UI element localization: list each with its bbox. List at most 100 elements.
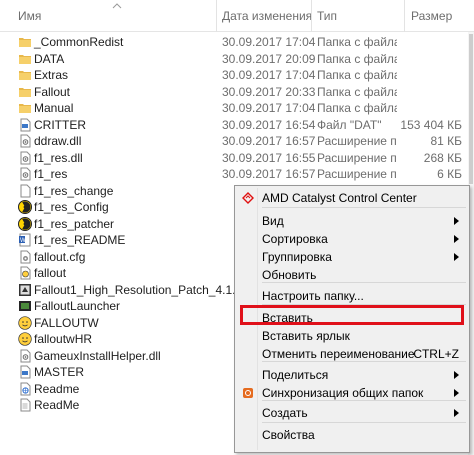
menu-item-label: Отменить переименование xyxy=(262,347,415,361)
sort-ascending-icon xyxy=(112,3,122,9)
column-divider[interactable] xyxy=(404,0,405,32)
file-date: 30.09.2017 16:54 xyxy=(222,118,316,132)
file-name: ddraw.dll xyxy=(34,134,82,148)
file-type: Папка с файлами xyxy=(317,101,397,115)
menu-item[interactable]: Отменить переименование CTRL+Z xyxy=(237,343,467,365)
file-name: f1_res xyxy=(34,167,68,181)
file-name: f1_res_Config xyxy=(34,200,109,214)
folder-icon xyxy=(19,38,31,47)
dat-file-icon xyxy=(20,365,31,379)
ico-file-icon xyxy=(20,266,31,280)
file-date: 30.09.2017 16:57 xyxy=(222,134,316,148)
file-date: 30.09.2017 16:55 xyxy=(222,151,316,165)
file-name: f1_res_change xyxy=(34,184,114,198)
file-date: 30.09.2017 17:04 xyxy=(222,35,316,49)
submenu-arrow-icon xyxy=(454,389,459,397)
file-name: CRITTER xyxy=(34,118,86,132)
file-name: fallout xyxy=(34,266,67,280)
menu-item-shortcut: CTRL+Z xyxy=(413,347,459,361)
submenu-arrow-icon xyxy=(454,409,459,417)
radiation-icon xyxy=(18,217,32,231)
file-name: f1_res_README xyxy=(34,233,126,247)
folder-icon xyxy=(19,71,31,80)
file-name: fallout.cfg xyxy=(34,250,86,264)
column-divider[interactable] xyxy=(216,0,217,32)
file-name: falloutwHR xyxy=(34,332,93,346)
file-date: 30.09.2017 17:04 xyxy=(222,68,316,82)
dll-file-icon xyxy=(20,167,31,181)
file-name: GameuxInstallHelper.dll xyxy=(34,349,161,363)
file-row[interactable]: DATA 30.09.2017 20:09Папка с файлами xyxy=(0,51,474,68)
file-name: Manual xyxy=(34,101,74,115)
menu-item[interactable]: Настроить папку... xyxy=(237,285,467,307)
dat-file-icon xyxy=(20,118,31,132)
menu-item[interactable]: AMD Catalyst Control Center xyxy=(237,187,467,209)
menu-item[interactable]: Синхронизация общих папок xyxy=(237,382,467,404)
file-size: 268 КБ xyxy=(423,151,462,165)
cfg-file-icon xyxy=(20,250,31,264)
dll-file-icon xyxy=(20,349,31,363)
menu-item-label: Вид xyxy=(262,214,284,228)
menu-item-label: Сортировка xyxy=(262,232,328,246)
menu-item[interactable]: Создать xyxy=(237,402,467,424)
menu-item[interactable]: Обновить xyxy=(237,264,467,286)
vault-boy-icon xyxy=(18,316,32,330)
file-row[interactable]: CRITTER 30.09.2017 16:54 Файл "DAT" 153 404… xyxy=(0,117,474,134)
menu-item-label: Поделиться xyxy=(262,368,329,382)
file-row[interactable]: ddraw.dll 30.09.2017 16:57Расширение при.… xyxy=(0,133,474,150)
file-row[interactable]: _CommonRedist 30.09.2017 17:04 Папка с фай… xyxy=(0,34,474,51)
menu-item-label: Создать xyxy=(262,406,308,420)
sync-icon xyxy=(243,388,253,398)
submenu-arrow-icon xyxy=(454,235,459,243)
folder-icon xyxy=(19,88,31,97)
submenu-arrow-icon xyxy=(454,217,459,225)
menu-item-label: Настроить папку... xyxy=(262,289,364,303)
menu-item[interactable]: Свойства xyxy=(237,424,467,446)
menu-item-label: Группировка xyxy=(262,250,332,264)
column-divider[interactable] xyxy=(311,0,312,32)
file-size: 6 КБ xyxy=(437,167,462,181)
file-name: Readme xyxy=(34,382,80,396)
column-size-header[interactable]: Размер xyxy=(411,9,452,23)
file-name: MASTER xyxy=(34,365,85,379)
file-type: Папка с файлами xyxy=(317,35,397,49)
column-date-header[interactable]: Дата изменения xyxy=(222,9,312,23)
file-date: 30.09.2017 17:04 xyxy=(222,101,316,115)
svg-text:W: W xyxy=(20,238,26,244)
installer-icon xyxy=(19,284,31,296)
file-name: f1_res.dll xyxy=(34,151,83,165)
file-size: 81 КБ xyxy=(430,134,462,148)
file-type: Папка с файлами xyxy=(317,85,397,99)
radiation-icon xyxy=(18,200,32,214)
menu-item-label: Свойства xyxy=(262,428,315,442)
column-header: Имя Дата изменения Тип Размер xyxy=(0,0,474,32)
web-file-icon xyxy=(20,382,31,396)
menu-item-label: Синхронизация общих папок xyxy=(262,386,424,400)
column-name-header[interactable]: Имя xyxy=(18,9,41,23)
dll-file-icon xyxy=(20,134,31,148)
file-name: DATA xyxy=(34,52,65,66)
folder-icon xyxy=(19,104,31,113)
file-date: 30.09.2017 20:33 xyxy=(222,85,316,99)
file-row[interactable]: Manual 30.09.2017 17:04Папка с файлами xyxy=(0,100,474,117)
file-name: ReadMe xyxy=(34,398,80,412)
file-row[interactable]: f1_res 30.09.2017 16:57Расширение при... 6… xyxy=(0,166,474,183)
highlight-box xyxy=(240,305,464,325)
column-type-header[interactable]: Тип xyxy=(317,9,337,23)
menu-item-label: Обновить xyxy=(262,268,317,282)
text-file-icon xyxy=(20,398,31,412)
doc-icon: W xyxy=(19,233,31,247)
file-row[interactable]: f1_res.dll 30.09.2017 16:55Расширение при… xyxy=(0,150,474,167)
file-row[interactable]: Fallout 30.09.2017 20:33Папка с файлами xyxy=(0,84,474,101)
file-row[interactable]: Extras 30.09.2017 17:04Папка с файлами xyxy=(0,67,474,84)
menu-item-label: AMD Catalyst Control Center xyxy=(262,191,417,205)
file-type: Файл "DAT" xyxy=(317,118,382,132)
file-type: Папка с файлами xyxy=(317,52,397,66)
menu-item-label: Вставить ярлык xyxy=(262,329,350,343)
file-name: FalloutLauncher xyxy=(34,299,121,313)
file-name: f1_res_patcher xyxy=(34,217,115,231)
submenu-arrow-icon xyxy=(454,371,459,379)
file-size: 153 404 КБ xyxy=(400,118,462,132)
vault-boy-icon xyxy=(18,332,32,346)
file-type: Расширение при... xyxy=(317,151,397,165)
